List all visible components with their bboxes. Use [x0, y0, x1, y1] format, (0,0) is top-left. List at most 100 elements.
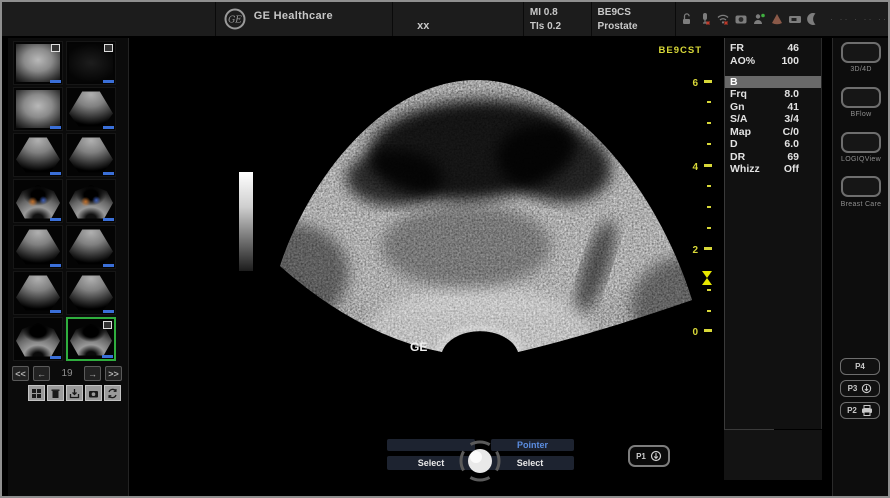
- p2-label: P2: [847, 406, 857, 415]
- thumbnail-6[interactable]: [66, 133, 116, 177]
- thumbnail-10[interactable]: [66, 225, 116, 269]
- patient-banner[interactable]: xx: [392, 2, 523, 36]
- snapshot-icon[interactable]: [85, 385, 102, 401]
- top-bar: GE GE Healthcare xx MI 0.8 TIs 0.2 BE9CS…: [2, 2, 888, 36]
- thumbnail-badge-icon: [103, 321, 112, 329]
- mode-button-breastcare[interactable]: [841, 176, 881, 197]
- p4-label: P4: [855, 362, 865, 371]
- vendor-watermark: GE: [410, 340, 427, 354]
- probe-preset-indicator[interactable]: BE9CS Prostate: [591, 2, 675, 36]
- mode-button-logiqview[interactable]: [841, 132, 881, 153]
- first-page-button[interactable]: <<: [12, 366, 29, 381]
- b-mode-parameter-panel: FR46 AO%100 B Frq8.0 Gn41 S/A3/4 MapC/0 …: [724, 38, 822, 429]
- sync-icon[interactable]: [104, 385, 121, 401]
- page-counter: 19: [54, 368, 80, 379]
- top-bar-blank: [2, 2, 215, 36]
- depth-tick-0: 0: [692, 327, 698, 338]
- depth-tick-4: 4: [692, 162, 698, 173]
- disc-icon: [861, 383, 872, 394]
- thumbnail-2[interactable]: [66, 41, 116, 85]
- crescent-icon: [806, 12, 820, 26]
- thumbnail-5[interactable]: [13, 133, 63, 177]
- p1-label: P1: [636, 452, 646, 461]
- p2-button[interactable]: P2: [840, 402, 880, 419]
- p3-button[interactable]: P3: [840, 380, 880, 397]
- thumbnail-grid: [13, 41, 116, 361]
- prev-page-button[interactable]: ←: [33, 366, 50, 381]
- thumbnail-3[interactable]: [13, 87, 63, 131]
- param-row-d: D6.0: [725, 138, 821, 150]
- param-row-fr: FR46: [725, 42, 821, 54]
- mode-button-3d4d[interactable]: [841, 42, 881, 63]
- trackball-indicator[interactable]: [457, 438, 503, 489]
- tis-value: TIs 0.2: [530, 20, 591, 34]
- probe-model: BE9CS: [598, 6, 675, 20]
- trash-icon[interactable]: [47, 385, 64, 401]
- thumbnail-9[interactable]: [13, 225, 63, 269]
- trackball-highlight: [470, 451, 482, 463]
- thumbnail-13[interactable]: [13, 317, 63, 361]
- thumbnail-14-selected[interactable]: [66, 317, 116, 361]
- wifi-off-icon: [716, 12, 730, 26]
- brand-section: GE GE Healthcare: [215, 2, 392, 36]
- patient-id: xx: [417, 20, 429, 32]
- unlock-icon: [680, 12, 694, 26]
- thumbnail-1[interactable]: [13, 41, 63, 85]
- p1-button[interactable]: P1: [628, 445, 670, 467]
- param-row-gn: Gn41: [725, 101, 821, 113]
- thumbnail-7[interactable]: [13, 179, 63, 223]
- clipboard-sidebar: << ← 19 → >>: [8, 38, 128, 498]
- preset-label: BE9CST: [659, 45, 702, 56]
- grayscale-bar: [239, 172, 253, 271]
- depth-tick-2: 2: [692, 245, 698, 256]
- mode-label-bflow: BFlow: [833, 111, 889, 118]
- mi-value: MI 0.8: [530, 6, 591, 20]
- status-icon-tray: · ·· · ·· ··: [675, 2, 888, 36]
- param-row-map: MapC/0: [725, 126, 821, 138]
- depth-tick-6: 6: [692, 78, 698, 89]
- trackball-key-pointer[interactable]: Pointer: [491, 439, 574, 451]
- status-dots: · ·· · ·· ··: [830, 14, 888, 24]
- user-online-icon: [752, 12, 766, 26]
- param-row-bmode: B: [725, 76, 821, 88]
- p3-label: P3: [848, 384, 858, 393]
- disc-icon: [650, 450, 662, 462]
- thumbnail-pager: << ← 19 → >>: [12, 366, 122, 381]
- brand-text: GE Healthcare: [254, 10, 333, 22]
- ultrasound-image[interactable]: GE BE9CST 6 4 2 0: [234, 38, 724, 498]
- depth-ruler: 6 4 2 0: [692, 78, 712, 338]
- ultrasound-screen: GE GE Healthcare xx MI 0.8 TIs 0.2 BE9CS…: [0, 0, 890, 498]
- mode-label-logiqview: LOGIQView: [833, 156, 889, 163]
- thumbnail-badge-icon: [104, 44, 113, 52]
- param-row-ao: AO%100: [725, 55, 821, 67]
- thumbnail-badge-icon: [51, 44, 60, 52]
- mode-button-column: 3D/4D BFlow LOGIQView Breast Care P4 P3 …: [832, 38, 889, 498]
- probe-alert-icon: [698, 12, 712, 26]
- param-row-dr: DR69: [725, 151, 821, 163]
- thumbnail-11[interactable]: [13, 271, 63, 315]
- mode-label-breastcare: Breast Care: [833, 201, 889, 208]
- param-row-sa: S/A3/4: [725, 113, 821, 125]
- save-icon[interactable]: [66, 385, 83, 401]
- param-row-frq: Frq8.0: [725, 88, 821, 100]
- mode-label-3d4d: 3D/4D: [833, 66, 889, 73]
- param-panel-lower: [724, 430, 822, 480]
- svg-text:GE: GE: [228, 16, 242, 26]
- scan-fan[interactable]: GE: [234, 80, 724, 382]
- last-page-button[interactable]: >>: [105, 366, 122, 381]
- preset-name: Prostate: [598, 20, 675, 34]
- thumbnail-12[interactable]: [66, 271, 116, 315]
- mode-button-bflow[interactable]: [841, 87, 881, 108]
- thumbnail-8[interactable]: [66, 179, 116, 223]
- acoustic-output-readout: MI 0.8 TIs 0.2: [523, 2, 591, 36]
- thumbnail-4[interactable]: [66, 87, 116, 131]
- grid-icon[interactable]: [28, 385, 45, 401]
- param-row-whizz: WhizzOff: [725, 163, 821, 175]
- clipboard-toolbar: [28, 385, 121, 401]
- connector-icon: [788, 12, 802, 26]
- printer-icon: [861, 405, 873, 416]
- focus-marker-icon: [702, 271, 712, 285]
- next-page-button[interactable]: →: [84, 366, 101, 381]
- p4-button[interactable]: P4: [840, 358, 880, 375]
- camera-icon: [734, 12, 748, 26]
